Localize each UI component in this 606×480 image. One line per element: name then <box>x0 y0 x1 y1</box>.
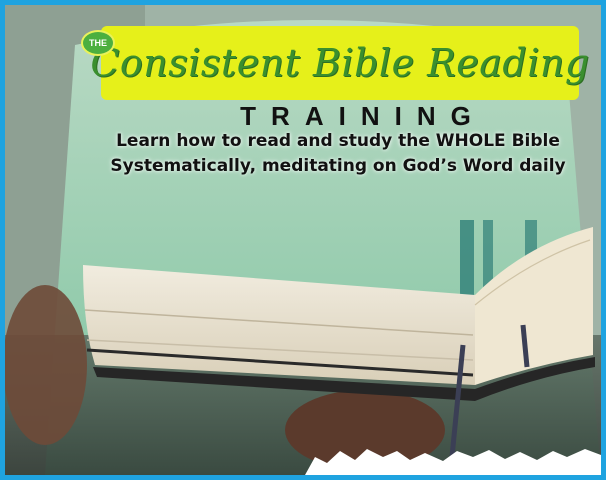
title-banner: Consistent Bible Reading <box>90 26 589 100</box>
the-badge: THE <box>83 32 113 54</box>
subtitle-line-1: Learn how to read and study the WHOLE Bi… <box>116 131 560 151</box>
subtitle: Learn how to read and study the WHOLE Bi… <box>95 129 581 179</box>
subtitle-line-2: Systematically, meditating on God’s Word… <box>110 156 566 176</box>
page-title: Consistent Bible Reading <box>90 41 590 85</box>
training-heading: TRAINING <box>240 101 486 131</box>
left-hand-shape <box>5 285 87 445</box>
flyer-frame: Consistent Bible Reading THE TRAINING Le… <box>0 0 606 480</box>
